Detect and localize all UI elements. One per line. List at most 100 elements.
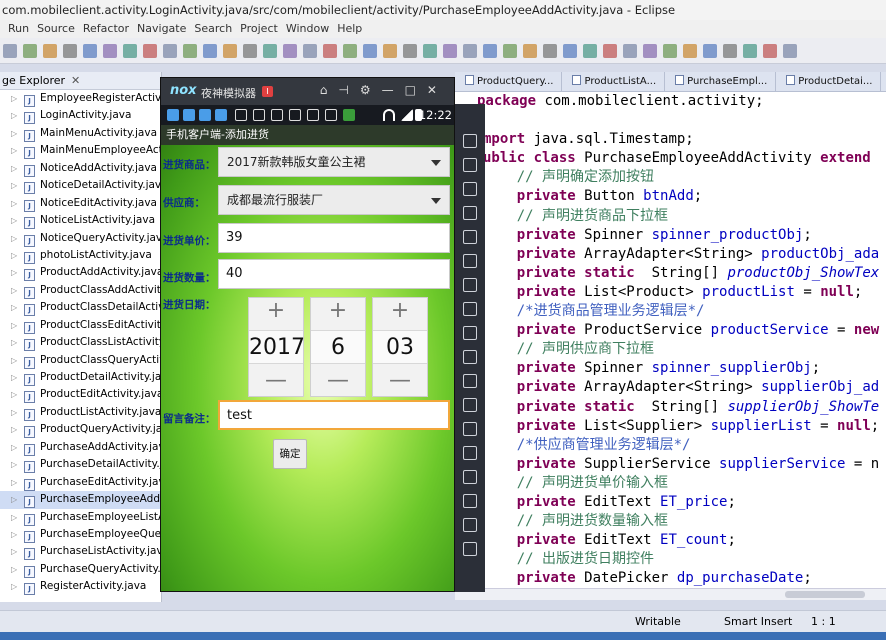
emulator-tool-icon[interactable]: [463, 350, 477, 364]
tree-item[interactable]: ▷ J PurchaseEmployeeListA: [0, 509, 161, 526]
expand-arrow-icon[interactable]: ▷: [11, 177, 17, 194]
menu-item[interactable]: Project: [240, 20, 278, 38]
emulator-tool-icon[interactable]: [463, 518, 477, 532]
menu-item[interactable]: Help: [337, 20, 362, 38]
tree-item[interactable]: ▷ J ProductQueryActivity.java: [0, 421, 161, 439]
supplier-spinner[interactable]: 成都最流行服装厂: [218, 185, 450, 215]
toolbar-button-icon[interactable]: [603, 44, 617, 58]
tree-item[interactable]: ▷ J PurchaseEmployeeAddA: [0, 491, 161, 509]
scroll-thumb[interactable]: [785, 591, 865, 598]
tree-item[interactable]: ▷ J RegisterActivity.java: [0, 578, 161, 596]
expand-arrow-icon[interactable]: ▷: [11, 578, 17, 595]
editor-tab[interactable]: ProductDetai...: [776, 72, 882, 91]
editor-tab[interactable]: PurchaseEmpl...: [665, 72, 777, 91]
toolbar-button-icon[interactable]: [323, 44, 337, 58]
toolbar-button-icon[interactable]: [183, 44, 197, 58]
toolbar-button-icon[interactable]: [43, 44, 57, 58]
emulator-tool-icon[interactable]: [463, 470, 477, 484]
expand-arrow-icon[interactable]: ▷: [11, 334, 17, 351]
day-increment-button[interactable]: +: [373, 298, 427, 324]
tree-item[interactable]: ▷ J PurchaseListActivity.java: [0, 543, 161, 561]
emulator-tool-icon[interactable]: [463, 302, 477, 316]
close-icon[interactable]: ✕: [71, 74, 80, 87]
memo-input[interactable]: test: [218, 400, 450, 430]
toolbar-button-icon[interactable]: [723, 44, 737, 58]
tree-item[interactable]: ▷ J PurchaseEmployeeQuer: [0, 526, 161, 543]
tree-item[interactable]: ▷ J ProductListActivity.java: [0, 404, 161, 421]
tree-item[interactable]: ▷ J PurchaseEditActivity.java: [0, 474, 161, 491]
toolbar-button-icon[interactable]: [423, 44, 437, 58]
emulator-tool-icon[interactable]: [463, 446, 477, 460]
menu-item[interactable]: Search: [194, 20, 232, 38]
record-icon[interactable]: I: [262, 86, 273, 97]
toolbar-button-icon[interactable]: [403, 44, 417, 58]
emulator-tool-icon[interactable]: [463, 326, 477, 340]
expand-arrow-icon[interactable]: ▷: [11, 230, 17, 247]
submit-button[interactable]: 确定: [273, 439, 307, 469]
day-value[interactable]: 03: [373, 330, 427, 364]
expand-arrow-icon[interactable]: ▷: [11, 160, 17, 177]
emulator-tool-icon[interactable]: [463, 398, 477, 412]
expand-arrow-icon[interactable]: ▷: [11, 125, 17, 142]
expand-arrow-icon[interactable]: ▷: [11, 212, 17, 229]
tree-item[interactable]: ▷ J NoticeListActivity.java: [0, 212, 161, 230]
tree-item[interactable]: ▷ J ProductClassQueryActiv: [0, 352, 161, 369]
menu-item[interactable]: Navigate: [137, 20, 186, 38]
toolbar-button-icon[interactable]: [783, 44, 797, 58]
year-decrement-button[interactable]: —: [249, 368, 303, 394]
tree-item[interactable]: ▷ J NoticeQueryActivity.java: [0, 230, 161, 247]
expand-arrow-icon[interactable]: ▷: [11, 282, 17, 299]
toolbar-button-icon[interactable]: [63, 44, 77, 58]
month-increment-button[interactable]: +: [311, 298, 365, 324]
toolbar-button-icon[interactable]: [643, 44, 657, 58]
toolbar-button-icon[interactable]: [663, 44, 677, 58]
tree-item[interactable]: ▷ J NoticeDetailActivity.java: [0, 177, 161, 195]
expand-arrow-icon[interactable]: ▷: [11, 561, 17, 578]
tree-item[interactable]: ▷ J PurchaseDetailActivity.java: [0, 456, 161, 474]
tree-item[interactable]: ▷ J ProductClassAddActivity: [0, 282, 161, 299]
tree-item[interactable]: ▷ J LoginActivity.java: [0, 107, 161, 125]
expand-arrow-icon[interactable]: ▷: [11, 456, 17, 473]
toolbar-button-icon[interactable]: [703, 44, 717, 58]
horizontal-scrollbar[interactable]: [455, 588, 886, 600]
toolbar-button-icon[interactable]: [243, 44, 257, 58]
toolbar-button-icon[interactable]: [483, 44, 497, 58]
price-input[interactable]: 39: [218, 223, 450, 253]
editor-tab[interactable]: ProductQuery...: [455, 72, 563, 91]
toolbar-button-icon[interactable]: [443, 44, 457, 58]
emulator-tool-icon[interactable]: [463, 134, 477, 148]
menu-item[interactable]: Refactor: [83, 20, 129, 38]
tree-item[interactable]: ▷ J PurchaseAddActivity.java: [0, 439, 161, 456]
tree-item[interactable]: ▷ J NoticeEditActivity.java: [0, 195, 161, 212]
toolbar-button-icon[interactable]: [123, 44, 137, 58]
emulator-tool-icon[interactable]: [463, 230, 477, 244]
expand-arrow-icon[interactable]: ▷: [11, 421, 17, 438]
expand-arrow-icon[interactable]: ▷: [11, 474, 17, 491]
expand-arrow-icon[interactable]: ▷: [11, 543, 17, 560]
toolbar-button-icon[interactable]: [683, 44, 697, 58]
product-spinner[interactable]: 2017新款韩版女童公主裙: [218, 147, 450, 177]
emulator-tool-icon[interactable]: [463, 374, 477, 388]
toolbar-button-icon[interactable]: [303, 44, 317, 58]
expand-arrow-icon[interactable]: ▷: [11, 369, 17, 386]
tree-item[interactable]: ▷ J ProductAddActivity.java: [0, 264, 161, 282]
expand-arrow-icon[interactable]: ▷: [11, 264, 17, 281]
year-value[interactable]: 2017: [249, 330, 305, 364]
emulator-tool-icon[interactable]: [463, 542, 477, 556]
expand-arrow-icon[interactable]: ▷: [11, 90, 17, 107]
expand-arrow-icon[interactable]: ▷: [11, 195, 17, 212]
toolbar-button-icon[interactable]: [23, 44, 37, 58]
year-picker[interactable]: + 2017 —: [248, 297, 305, 397]
toolbar-button-icon[interactable]: [343, 44, 357, 58]
expand-arrow-icon[interactable]: ▷: [11, 299, 17, 316]
code-editor[interactable]: package com.mobileclient.activity; mport …: [455, 92, 886, 588]
toolbar-button-icon[interactable]: [203, 44, 217, 58]
expand-arrow-icon[interactable]: ▷: [11, 404, 17, 421]
toolbar-button-icon[interactable]: [263, 44, 277, 58]
toolbar-button-icon[interactable]: [83, 44, 97, 58]
expand-arrow-icon[interactable]: ▷: [11, 352, 17, 369]
expand-arrow-icon[interactable]: ▷: [11, 142, 17, 159]
toolbar-button-icon[interactable]: [383, 44, 397, 58]
toolbar-button-icon[interactable]: [363, 44, 377, 58]
year-increment-button[interactable]: +: [249, 298, 303, 324]
